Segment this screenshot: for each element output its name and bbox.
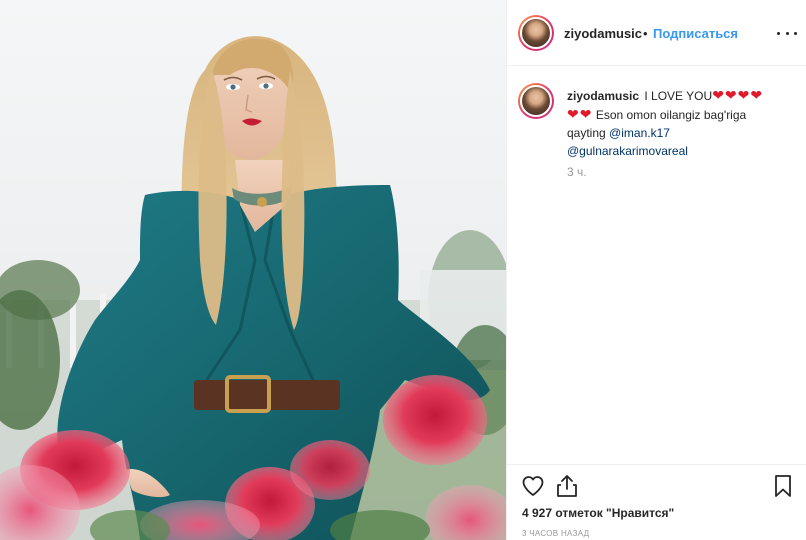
heart-emoji: ❤❤❤❤ (712, 87, 764, 103)
bookmark-icon[interactable] (773, 474, 793, 503)
mention-link[interactable]: @iman.k17 (609, 126, 670, 140)
caption-username[interactable]: ziyodamusic (567, 89, 639, 103)
more-options-icon[interactable] (777, 24, 797, 42)
post-header: ziyodamusic • Подписаться (507, 0, 806, 66)
header-username[interactable]: ziyodamusic (564, 26, 642, 41)
post-caption: ziyodamusic I LOVE YOU❤❤❤❤ ❤❤ Eson omon … (567, 86, 787, 160)
post-photo-illustration (0, 36, 506, 540)
avatar[interactable] (518, 15, 554, 51)
caption-avatar[interactable] (518, 83, 554, 119)
post-timestamp[interactable]: 3 ЧАСОВ НАЗАД (522, 529, 589, 538)
comments-section: ziyodamusic I LOVE YOU❤❤❤❤ ❤❤ Eson omon … (507, 66, 806, 464)
heart-emoji: ❤❤ (567, 106, 593, 122)
separator-dot: • (643, 26, 648, 41)
post-image[interactable] (0, 0, 506, 540)
caption-text-start: I LOVE YOU (644, 89, 713, 103)
caption-timestamp[interactable]: 3 ч. (567, 165, 587, 179)
post-details-panel: ziyodamusic • Подписаться ziyodamusic I … (506, 0, 806, 540)
heart-outline-icon[interactable] (521, 474, 545, 503)
share-icon[interactable] (556, 474, 578, 503)
follow-button[interactable]: Подписаться (653, 26, 738, 41)
post-actions: 4 927 отметок "Нравится" 3 ЧАСОВ НАЗАД (507, 464, 806, 540)
likes-count[interactable]: 4 927 отметок "Нравится" (522, 506, 674, 520)
mention-link[interactable]: @gulnarakarimovareal (567, 144, 688, 158)
